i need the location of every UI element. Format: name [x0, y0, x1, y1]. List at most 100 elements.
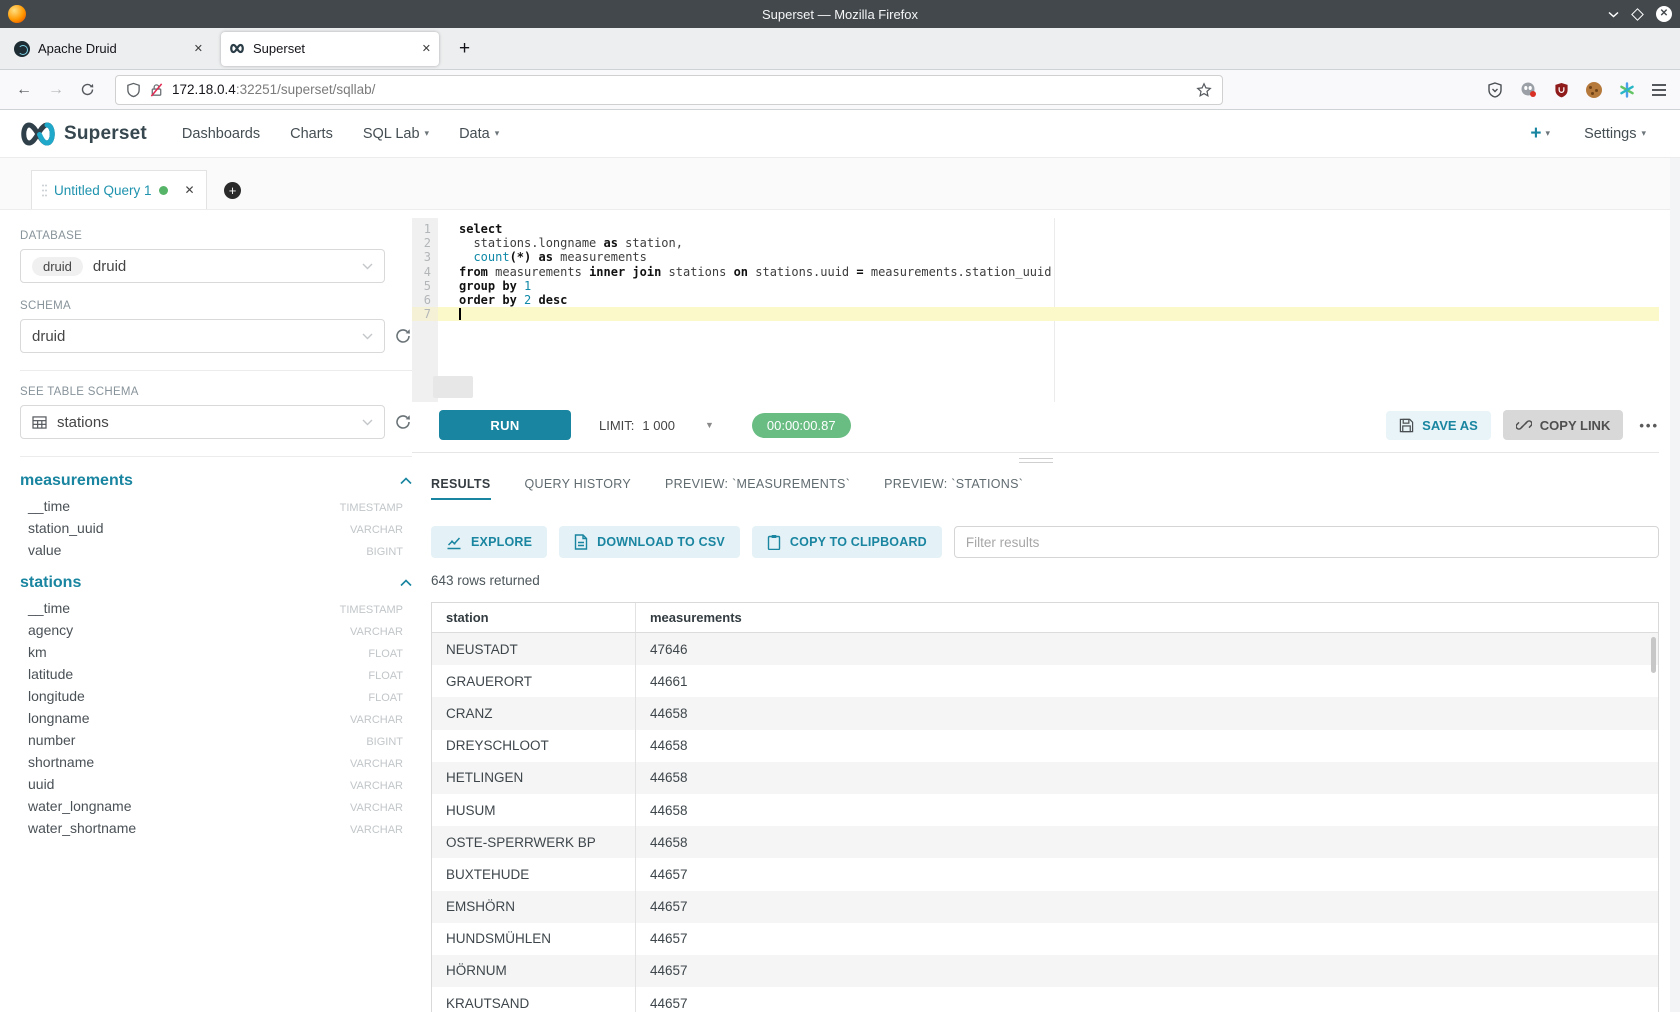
column-name: __time	[20, 498, 70, 514]
text-cursor	[459, 308, 461, 320]
action-button-copy-to-clipboard[interactable]: COPY TO CLIPBOARD	[752, 526, 942, 558]
query-tab-untitled[interactable]: Untitled Query 1 ✕	[31, 170, 207, 209]
refresh-tables-icon[interactable]	[394, 413, 412, 431]
copy-link-button[interactable]: COPY LINK	[1503, 410, 1624, 440]
settings-label: Settings	[1584, 126, 1636, 142]
add-new-button[interactable]: + ▾	[1530, 124, 1550, 143]
schema-column-row: latitudeFLOAT	[20, 666, 412, 688]
chevron-up-icon[interactable]	[400, 477, 412, 485]
chevron-up-icon[interactable]	[400, 579, 412, 587]
mask-extension-icon[interactable]	[1520, 81, 1537, 98]
column-header-measurements[interactable]: measurements	[636, 603, 1658, 632]
editor-code[interactable]: select stations.longname as station, cou…	[438, 222, 1659, 321]
tab-close-icon[interactable]: ✕	[188, 42, 203, 55]
browser-tab-apache-druid[interactable]: Apache Druid ✕	[6, 32, 211, 66]
table-row: GRAUERORT44661	[432, 665, 1658, 697]
action-button-download-to-csv[interactable]: DOWNLOAD TO CSV	[559, 526, 740, 558]
limit-dropdown[interactable]: LIMIT: 1 000 ▼	[599, 418, 714, 433]
page-scrollbar-track[interactable]	[1670, 158, 1680, 1012]
results-tab-query-history[interactable]: QUERY HISTORY	[525, 477, 631, 500]
column-type: VARCHAR	[350, 626, 403, 638]
schema-table-measurements: measurements__timeTIMESTAMPstation_uuidV…	[20, 472, 412, 564]
chevron-down-icon	[362, 333, 373, 340]
maximize-button[interactable]	[1631, 8, 1644, 21]
column-type: BIGINT	[366, 546, 403, 558]
sql-editor[interactable]: 1234567 select stations.longname as stat…	[412, 218, 1659, 402]
table-icon	[32, 416, 47, 429]
results-table-body: NEUSTADT47646GRAUERORT44661CRANZ44658DRE…	[432, 633, 1658, 1012]
forward-button[interactable]: →	[48, 82, 64, 98]
action-button-label: COPY TO CLIPBOARD	[790, 535, 927, 549]
url-field[interactable]: 172.18.0.4:32251/superset/sqllab/	[115, 75, 1223, 105]
schema-column-row: shortnameVARCHAR	[20, 754, 412, 776]
file-icon	[574, 534, 588, 550]
table-scrollbar-thumb[interactable]	[1651, 637, 1656, 673]
pane-drag-handle-icon[interactable]	[1019, 458, 1053, 463]
results-tab-preview-measurements[interactable]: PREVIEW: `MEASUREMENTS`	[665, 477, 850, 500]
back-button[interactable]: ←	[16, 82, 32, 98]
save-as-button[interactable]: SAVE AS	[1386, 411, 1491, 440]
code-line: select	[438, 222, 1659, 236]
close-window-button[interactable]: ✕	[1656, 6, 1672, 22]
nav-menu: Dashboards Charts SQL Lab▾ Data▾	[167, 126, 514, 142]
nav-item-sql-lab[interactable]: SQL Lab▾	[363, 126, 429, 142]
result-cell: DREYSCHLOOT	[432, 730, 636, 762]
nav-item-data[interactable]: Data▾	[459, 126, 499, 142]
column-name: number	[20, 732, 75, 748]
nav-item-label: Data	[459, 126, 490, 142]
menu-hamburger-icon[interactable]	[1652, 81, 1666, 99]
action-button-explore[interactable]: EXPLORE	[431, 526, 547, 558]
tracking-protection-shield-icon[interactable]	[126, 82, 141, 98]
editor-resize-handle[interactable]	[433, 376, 473, 398]
run-button[interactable]: RUN	[439, 410, 571, 440]
column-type: TIMESTAMP	[340, 502, 403, 514]
nav-item-dashboards[interactable]: Dashboards	[182, 126, 260, 142]
insecure-lock-icon[interactable]	[149, 82, 164, 98]
bookmark-star-icon[interactable]	[1196, 82, 1212, 98]
sqllab-sidebar: DATABASE druid druid SCHEMA druid	[0, 210, 412, 1012]
new-tab-button[interactable]: +	[449, 39, 480, 58]
table-schema-select[interactable]: stations	[20, 405, 385, 439]
refresh-schemas-icon[interactable]	[394, 327, 412, 345]
floppy-disk-icon	[1399, 418, 1414, 433]
action-button-label: EXPLORE	[471, 535, 532, 549]
schema-table-header: stations	[20, 574, 412, 592]
sidebar-divider	[20, 456, 412, 457]
result-cell: HUNDSMÜHLEN	[432, 923, 636, 955]
column-name: uuid	[20, 776, 54, 792]
schema-value: druid	[32, 328, 65, 345]
column-type: VARCHAR	[350, 780, 403, 792]
drag-handle-icon[interactable]	[42, 184, 47, 197]
schema-column-row: longitudeFLOAT	[20, 688, 412, 710]
browser-tab-superset[interactable]: Superset ✕	[221, 32, 439, 66]
column-name: water_longname	[20, 798, 132, 814]
reload-button[interactable]	[80, 82, 95, 97]
ublock-shield-icon[interactable]	[1554, 82, 1569, 98]
database-select[interactable]: druid druid	[20, 249, 385, 283]
tab-close-icon[interactable]: ✕	[416, 42, 431, 55]
schema-column-row: uuid VARCHAR	[20, 776, 412, 798]
code-line: from measurements inner join stations on…	[438, 265, 1659, 279]
results-tab-preview-stations[interactable]: PREVIEW: `STATIONS`	[884, 477, 1023, 500]
add-query-tab-button[interactable]: +	[224, 182, 241, 199]
asterisk-extension-icon[interactable]	[1619, 82, 1635, 98]
superset-logo[interactable]: Superset	[18, 121, 147, 147]
schema-column-row: water_shortnameVARCHAR	[20, 820, 412, 842]
settings-menu[interactable]: Settings ▾	[1584, 126, 1646, 142]
more-options-button[interactable]: •••	[1639, 418, 1659, 433]
action-button-label: DOWNLOAD TO CSV	[597, 535, 725, 549]
column-header-station[interactable]: station	[432, 603, 636, 632]
minimize-button[interactable]	[1608, 11, 1619, 18]
result-cell: 44658	[636, 762, 1658, 794]
cookie-extension-icon[interactable]	[1586, 82, 1602, 98]
column-type: BIGINT	[366, 736, 403, 748]
results-tab-results[interactable]: RESULTS	[431, 477, 491, 500]
schema-select[interactable]: druid	[20, 319, 385, 353]
filter-results-input[interactable]	[954, 526, 1659, 558]
browser-urlbar: ← → 172.18.0.4:32251/superset/sqllab/	[0, 70, 1680, 110]
pocket-shield-icon[interactable]	[1487, 82, 1503, 98]
nav-item-charts[interactable]: Charts	[290, 126, 333, 142]
result-cell: 44657	[636, 987, 1658, 1012]
query-tab-close-icon[interactable]: ✕	[185, 183, 195, 197]
chevron-down-icon	[362, 263, 373, 270]
